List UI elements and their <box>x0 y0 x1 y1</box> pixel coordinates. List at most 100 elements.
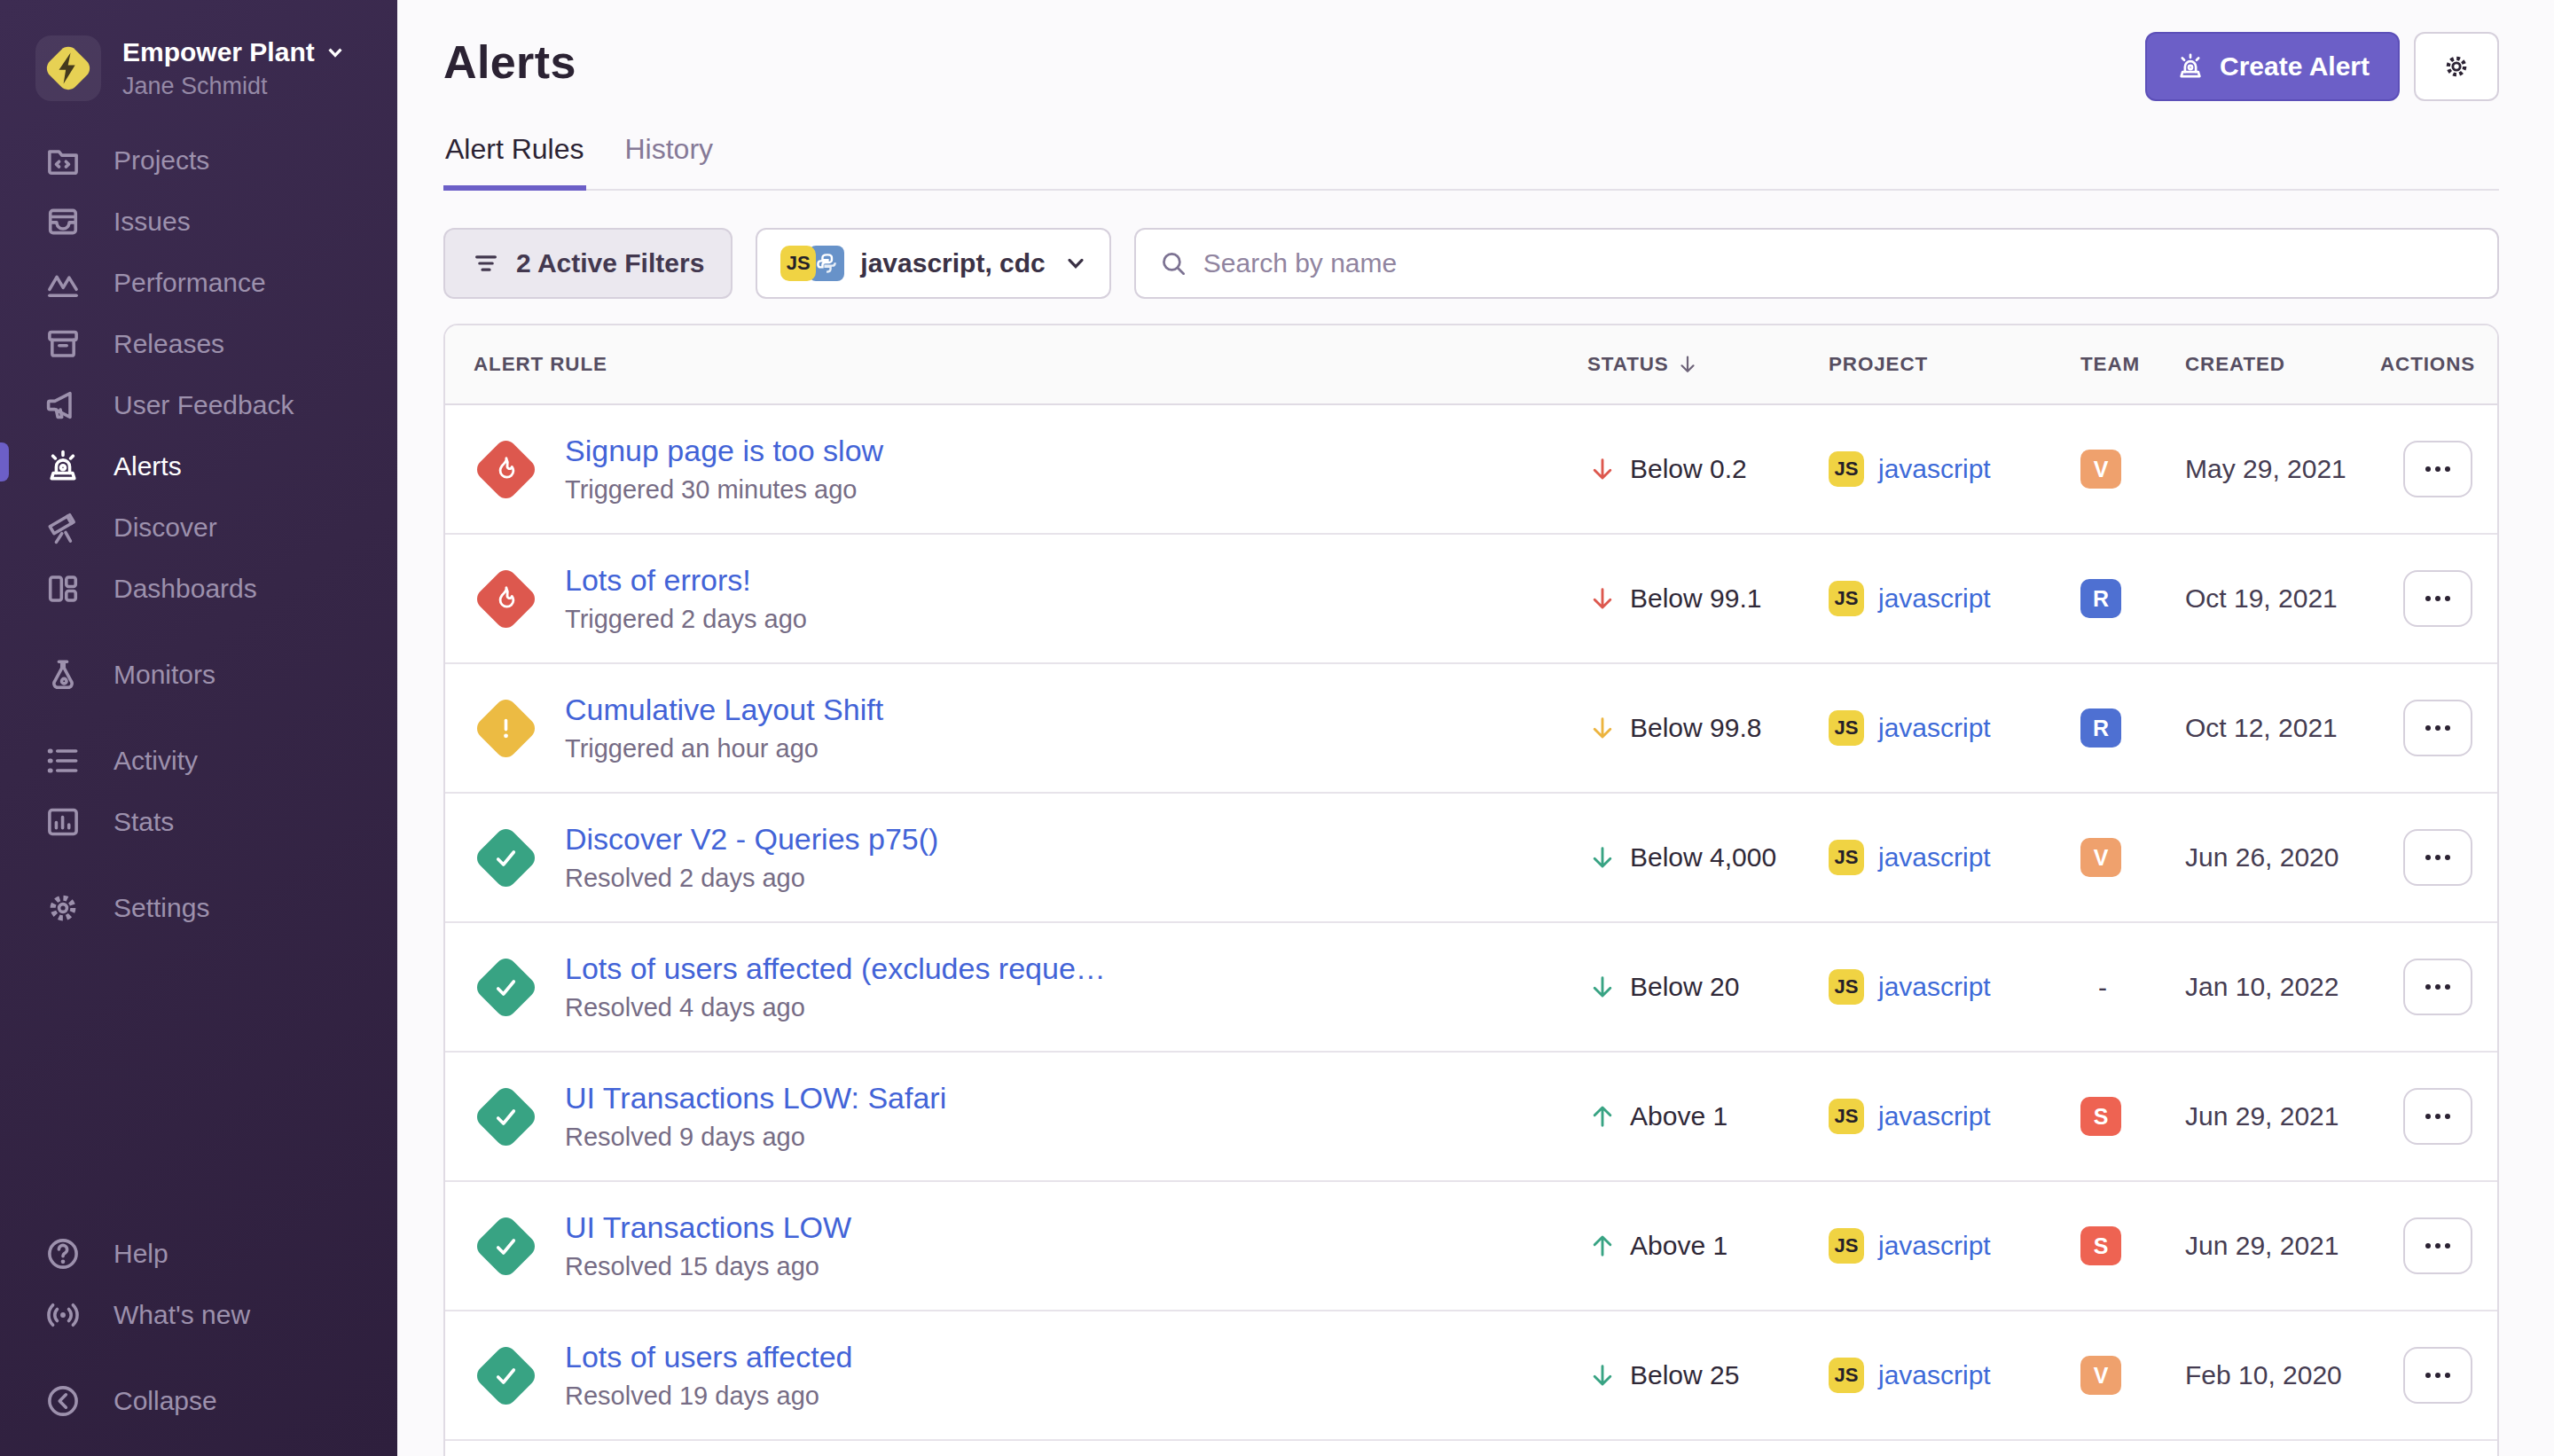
row-actions-button[interactable] <box>2403 829 2472 886</box>
help-icon <box>44 1235 82 1272</box>
sidebar-item-stats[interactable]: Stats <box>0 791 397 852</box>
sidebar-item-label: Help <box>114 1239 168 1269</box>
alert-rule-link[interactable]: Lots of users affected (excludes reque… <box>565 951 1106 986</box>
sidebar-item-dashboards[interactable]: Dashboards <box>0 558 397 619</box>
project-link[interactable]: javascript <box>1878 842 1991 873</box>
sidebar-item-alerts[interactable]: Alerts <box>0 435 397 497</box>
table-body: Signup page is too slow Triggered 30 minu… <box>445 405 2497 1441</box>
alert-rule-subtext: Triggered 30 minutes ago <box>565 475 883 505</box>
sidebar-item-label: Collapse <box>114 1386 217 1416</box>
sidebar-item-what-s-new[interactable]: What's new <box>0 1284 397 1345</box>
alert-rule-link[interactable]: Signup page is too slow <box>565 434 883 468</box>
sidebar-item-releases[interactable]: Releases <box>0 313 397 374</box>
project-link[interactable]: javascript <box>1878 583 1991 614</box>
row-actions-button[interactable] <box>2403 441 2472 497</box>
actions-cell <box>2380 1088 2497 1145</box>
tab-history[interactable]: History <box>623 133 716 191</box>
create-alert-button[interactable]: Create Alert <box>2145 32 2400 101</box>
created-cell: Feb 10, 2020 <box>2185 1360 2380 1390</box>
column-header-actions[interactable]: Actions <box>2380 353 2497 376</box>
team-badge[interactable]: V <box>2080 838 2121 877</box>
sidebar-item-user-feedback[interactable]: User Feedback <box>0 374 397 435</box>
team-badge[interactable]: V <box>2080 1356 2121 1395</box>
org-switcher[interactable]: Empower Plant Jane Schmidt <box>0 0 397 101</box>
alert-rule-subtext: Resolved 19 days ago <box>565 1382 852 1411</box>
team-badge[interactable]: S <box>2080 1097 2121 1136</box>
status-cell: Below 99.1 <box>1587 583 1829 614</box>
alert-rule-link[interactable]: UI Transactions LOW: Safari <box>565 1081 946 1115</box>
alert-rule-link[interactable]: Lots of users affected <box>565 1340 852 1374</box>
sort-desc-icon <box>1676 353 1699 376</box>
row-actions-button[interactable] <box>2403 570 2472 627</box>
team-badge[interactable]: R <box>2080 579 2121 618</box>
sidebar-item-settings[interactable]: Settings <box>0 877 397 938</box>
team-none: - <box>2080 973 2107 1002</box>
alert-rule-row: UI Transactions LOWResolved 15 days agoA… <box>445 1182 2497 1311</box>
alert-rule-link[interactable]: Cumulative Layout Shift <box>565 693 883 727</box>
org-meta: Empower Plant Jane Schmidt <box>122 37 345 100</box>
column-header-status[interactable]: Status <box>1587 353 1829 376</box>
alert-rule-cell: Lots of errors!Triggered 2 days ago <box>445 563 1587 634</box>
column-header-alert-rule[interactable]: Alert Rule <box>445 353 1587 376</box>
column-header-team[interactable]: Team <box>2080 353 2185 376</box>
alert-rule-link[interactable]: Lots of errors! <box>565 563 807 598</box>
alert-rule-link[interactable]: UI Transactions LOW <box>565 1210 851 1245</box>
row-actions-button[interactable] <box>2403 700 2472 756</box>
search-input[interactable] <box>1203 248 2474 278</box>
active-filters-button[interactable]: 2 Active Filters <box>443 228 733 299</box>
feedback-icon <box>44 387 82 424</box>
javascript-project-icon: JS <box>1829 1099 1864 1134</box>
alert-status-critical-icon <box>473 566 539 632</box>
created-cell: Jun 26, 2020 <box>2185 842 2380 873</box>
team-badge[interactable]: R <box>2080 708 2121 748</box>
project-cell: JS javascript <box>1829 1228 2080 1264</box>
team-badge[interactable]: V <box>2080 450 2121 489</box>
project-link[interactable]: javascript <box>1878 972 1991 1002</box>
project-link[interactable]: javascript <box>1878 713 1991 743</box>
alert-rule-row: Lots of users affected (excludes reque…R… <box>445 923 2497 1053</box>
team-badge[interactable]: S <box>2080 1226 2121 1265</box>
sidebar-item-monitors[interactable]: Monitors <box>0 644 397 705</box>
sidebar-item-collapse[interactable]: Collapse <box>0 1370 397 1431</box>
project-link[interactable]: javascript <box>1878 1101 1991 1131</box>
alert-rule-subtext: Resolved 9 days ago <box>565 1123 946 1152</box>
row-actions-button[interactable] <box>2403 1088 2472 1145</box>
sidebar-item-label: Projects <box>114 145 209 176</box>
row-actions-button[interactable] <box>2403 1347 2472 1404</box>
search-icon <box>1159 249 1187 278</box>
sidebar-item-issues[interactable]: Issues <box>0 191 397 252</box>
sidebar-item-activity[interactable]: Activity <box>0 730 397 791</box>
row-actions-button[interactable] <box>2403 959 2472 1015</box>
project-selector[interactable]: JS javascript, cdc <box>756 228 1110 299</box>
tab-alert-rules[interactable]: Alert Rules <box>443 133 586 191</box>
alert-status-resolved-icon <box>473 1213 539 1280</box>
actions-cell <box>2380 1217 2497 1274</box>
column-header-created[interactable]: Created <box>2185 353 2380 376</box>
team-cell: R <box>2080 708 2185 748</box>
row-actions-button[interactable] <box>2403 1217 2472 1274</box>
settings-button[interactable] <box>2414 32 2499 101</box>
created-cell: Jun 29, 2021 <box>2185 1231 2380 1261</box>
sidebar-item-help[interactable]: Help <box>0 1223 397 1284</box>
alert-rule-subtext: Resolved 2 days ago <box>565 864 938 893</box>
status-value: Below 25 <box>1630 1360 1739 1390</box>
status-cell: Above 1 <box>1587 1231 1829 1261</box>
arrow-down-icon <box>1587 454 1618 484</box>
actions-cell <box>2380 441 2497 497</box>
sidebar-item-projects[interactable]: Projects <box>0 129 397 191</box>
sidebar-item-discover[interactable]: Discover <box>0 497 397 558</box>
sidebar-nav: Projects IssuesPerformanceReleasesUser Fe… <box>0 129 397 938</box>
team-cell: R <box>2080 579 2185 618</box>
project-link[interactable]: javascript <box>1878 1360 1991 1390</box>
sidebar-item-performance[interactable]: Performance <box>0 252 397 313</box>
sidebar-item-label: Monitors <box>114 660 215 690</box>
project-link[interactable]: javascript <box>1878 454 1991 484</box>
column-header-project[interactable]: Project <box>1829 353 2080 376</box>
create-alert-label: Create Alert <box>2220 51 2370 82</box>
status-value: Above 1 <box>1630 1101 1727 1131</box>
gear-icon <box>2440 51 2472 82</box>
performance-icon <box>44 264 82 301</box>
javascript-project-icon: JS <box>1829 1228 1864 1264</box>
alert-rule-link[interactable]: Discover V2 - Queries p75() <box>565 822 938 857</box>
project-link[interactable]: javascript <box>1878 1231 1991 1261</box>
